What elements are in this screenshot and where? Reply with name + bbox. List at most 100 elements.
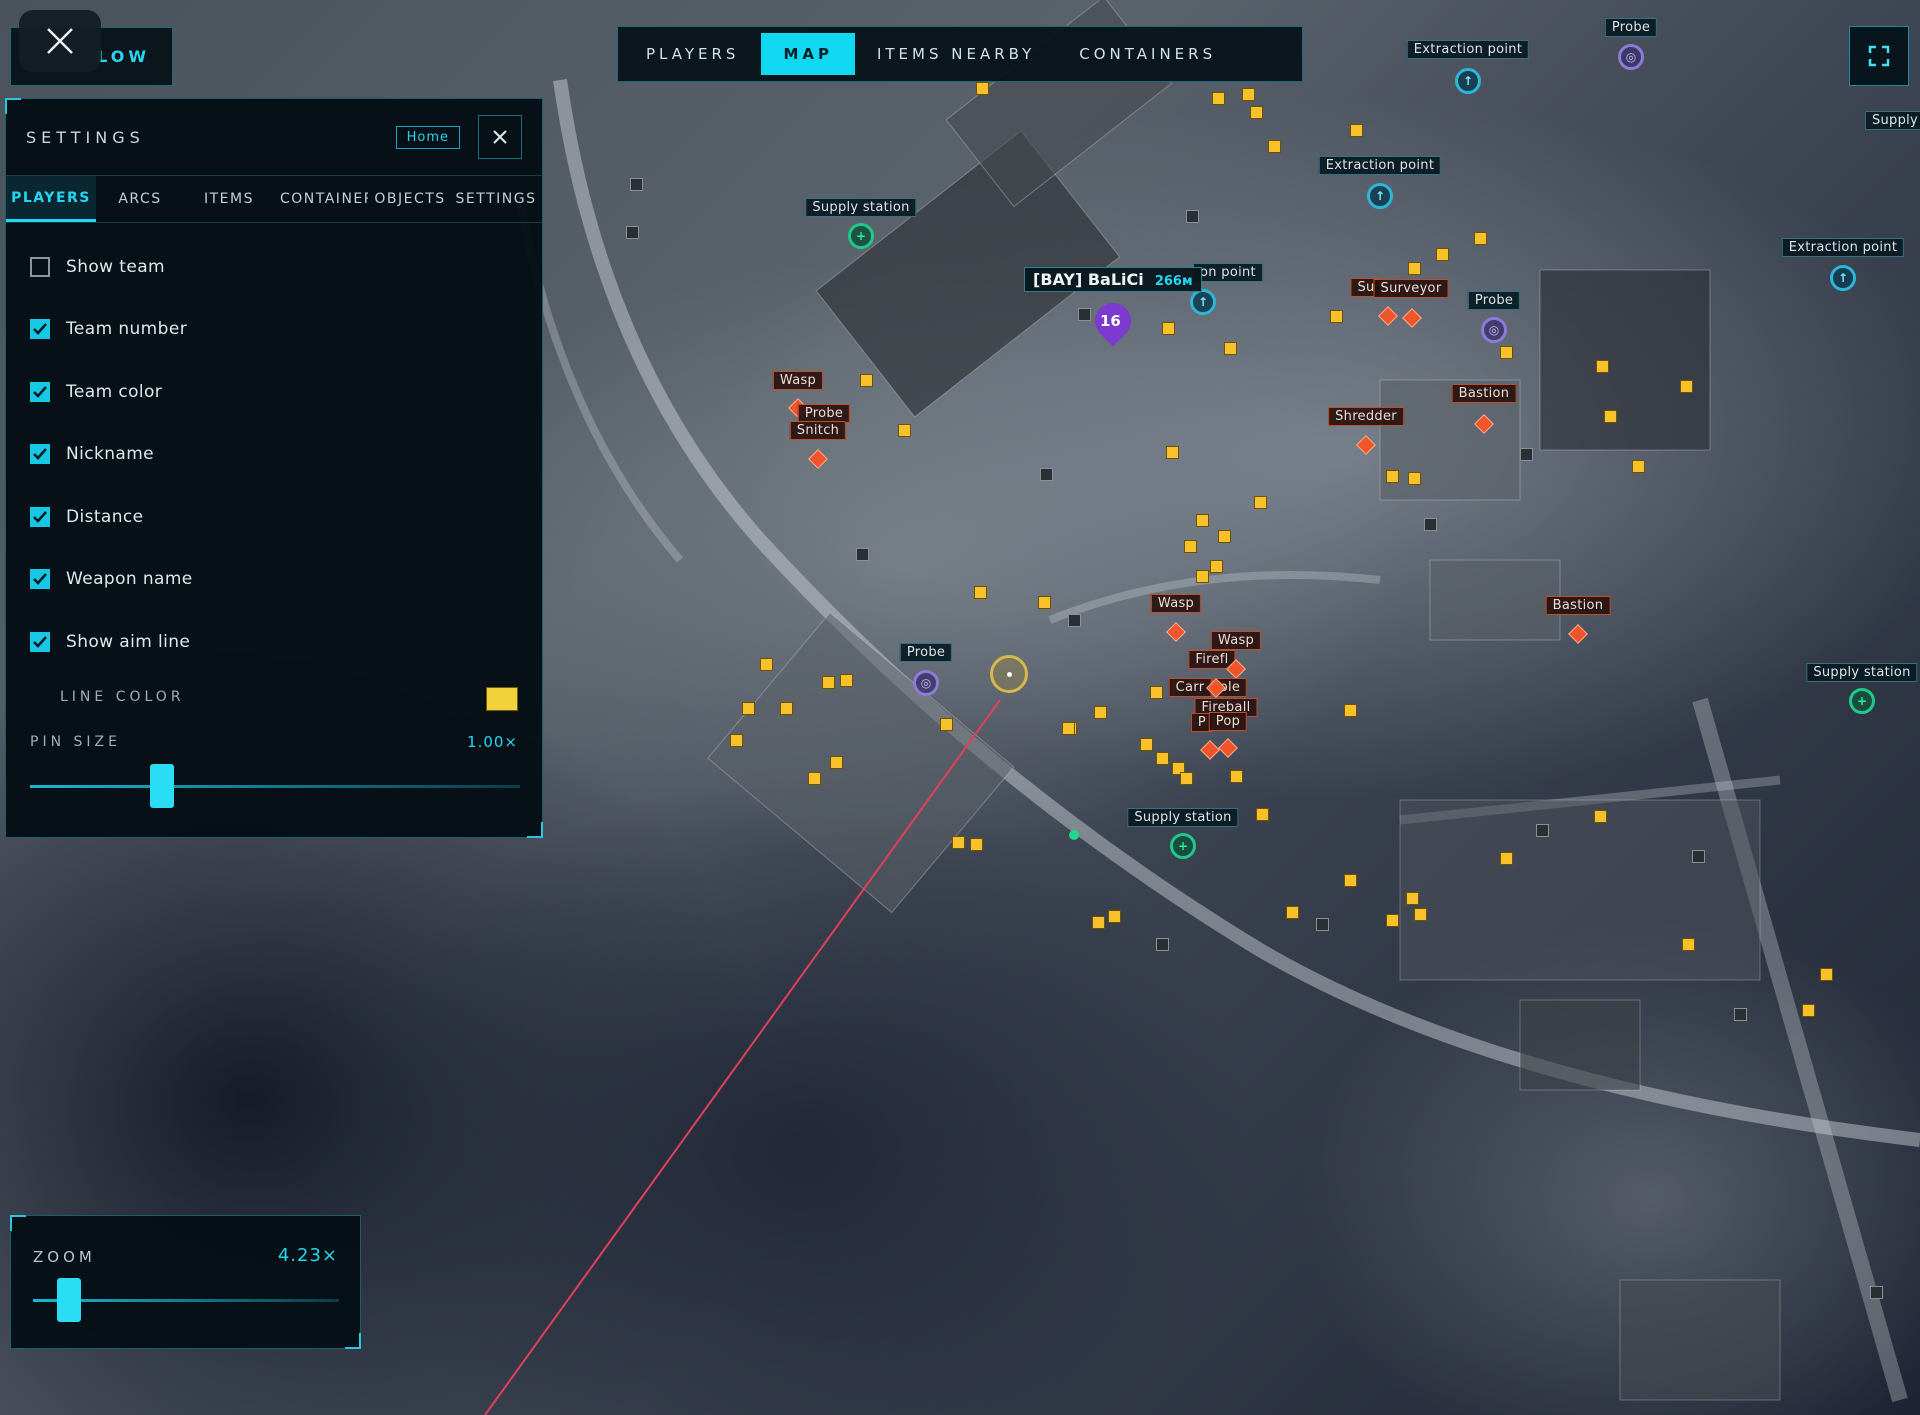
item-marker[interactable] xyxy=(1094,706,1107,719)
container-marker[interactable] xyxy=(1156,938,1169,951)
tab-map[interactable]: MAP xyxy=(761,33,855,75)
item-marker[interactable] xyxy=(1436,248,1449,261)
item-marker[interactable] xyxy=(898,424,911,437)
item-marker[interactable] xyxy=(1230,770,1243,783)
item-marker[interactable] xyxy=(1386,914,1399,927)
option-show-team[interactable]: Show team xyxy=(30,257,165,277)
item-marker[interactable] xyxy=(1802,1004,1815,1017)
item-marker[interactable] xyxy=(1210,560,1223,573)
item-marker[interactable] xyxy=(1594,810,1607,823)
zoom-slider-thumb[interactable] xyxy=(57,1278,82,1322)
item-marker[interactable] xyxy=(1212,92,1225,105)
supply-station-icon[interactable]: + xyxy=(1170,833,1196,859)
extraction-point-icon[interactable]: ↑ xyxy=(1367,183,1393,209)
item-marker[interactable] xyxy=(1350,124,1363,137)
item-marker[interactable] xyxy=(1386,470,1399,483)
item-marker[interactable] xyxy=(1500,346,1513,359)
item-marker[interactable] xyxy=(730,734,743,747)
item-marker[interactable] xyxy=(1286,906,1299,919)
item-marker[interactable] xyxy=(1604,410,1617,423)
item-marker[interactable] xyxy=(1682,938,1695,951)
settings-tab-items[interactable]: ITEMS xyxy=(184,176,274,222)
option-weapon-name[interactable]: Weapon name xyxy=(30,569,193,589)
settings-tab-containers[interactable]: CONTAINERS xyxy=(274,176,368,222)
fullscreen-button[interactable] xyxy=(1849,26,1909,86)
item-marker[interactable] xyxy=(1254,496,1267,509)
probe-icon[interactable]: ◎ xyxy=(1618,44,1644,70)
settings-tab-settings[interactable]: SETTINGS xyxy=(452,176,540,222)
checkbox[interactable] xyxy=(30,382,50,402)
container-marker[interactable] xyxy=(630,178,643,191)
item-marker[interactable] xyxy=(1344,874,1357,887)
extraction-point-icon[interactable]: ↑ xyxy=(1830,265,1856,291)
item-marker[interactable] xyxy=(1408,262,1421,275)
checkbox[interactable] xyxy=(30,569,50,589)
item-marker[interactable] xyxy=(1092,916,1105,929)
container-marker[interactable] xyxy=(1078,308,1091,321)
close-overlay-button[interactable] xyxy=(19,10,101,72)
tab-containers[interactable]: CONTAINERS xyxy=(1057,33,1238,75)
item-marker[interactable] xyxy=(1474,232,1487,245)
checkbox[interactable] xyxy=(30,507,50,527)
item-marker[interactable] xyxy=(1150,686,1163,699)
item-marker[interactable] xyxy=(1680,380,1693,393)
settings-tab-arcs[interactable]: ARCS xyxy=(96,176,184,222)
item-marker[interactable] xyxy=(1596,360,1609,373)
probe-icon[interactable]: ◎ xyxy=(1481,317,1507,343)
pin-size-slider-track[interactable] xyxy=(30,785,520,788)
settings-tab-players[interactable]: PLAYERS xyxy=(6,176,96,222)
item-marker[interactable] xyxy=(1180,772,1193,785)
item-marker[interactable] xyxy=(1196,514,1209,527)
item-marker[interactable] xyxy=(1062,722,1075,735)
option-show-aim-line[interactable]: Show aim line xyxy=(30,632,190,652)
item-marker[interactable] xyxy=(1408,472,1421,485)
item-marker[interactable] xyxy=(940,718,953,731)
item-marker[interactable] xyxy=(1038,596,1051,609)
supply-station-icon[interactable]: + xyxy=(848,223,874,249)
item-marker[interactable] xyxy=(1250,106,1263,119)
extraction-point-icon[interactable]: ↑ xyxy=(1455,68,1481,94)
checkbox[interactable] xyxy=(30,632,50,652)
option-nickname[interactable]: Nickname xyxy=(30,444,154,464)
item-marker[interactable] xyxy=(830,756,843,769)
option-team-number[interactable]: Team number xyxy=(30,319,187,339)
extraction-point-icon[interactable]: ↑ xyxy=(1190,289,1216,315)
supply-station-icon[interactable]: + xyxy=(1849,688,1875,714)
item-marker[interactable] xyxy=(822,676,835,689)
item-marker[interactable] xyxy=(1500,852,1513,865)
item-marker[interactable] xyxy=(860,374,873,387)
pin-size-slider-thumb[interactable] xyxy=(150,764,175,808)
self-player-pin[interactable] xyxy=(990,655,1028,693)
item-marker[interactable] xyxy=(976,82,989,95)
container-marker[interactable] xyxy=(1536,824,1549,837)
item-marker[interactable] xyxy=(760,658,773,671)
settings-close-button[interactable] xyxy=(478,115,522,159)
container-marker[interactable] xyxy=(1316,918,1329,931)
item-marker[interactable] xyxy=(1414,908,1427,921)
item-marker[interactable] xyxy=(1166,446,1179,459)
settings-tab-objects[interactable]: OBJECTS xyxy=(368,176,452,222)
item-marker[interactable] xyxy=(1162,322,1175,335)
item-marker[interactable] xyxy=(780,702,793,715)
item-marker[interactable] xyxy=(1820,968,1833,981)
item-marker[interactable] xyxy=(1140,738,1153,751)
checkbox[interactable] xyxy=(30,319,50,339)
container-marker[interactable] xyxy=(1692,850,1705,863)
item-marker[interactable] xyxy=(970,838,983,851)
item-marker[interactable] xyxy=(1196,570,1209,583)
item-marker[interactable] xyxy=(840,674,853,687)
container-marker[interactable] xyxy=(1186,210,1199,223)
container-marker[interactable] xyxy=(856,548,869,561)
tab-items-nearby[interactable]: ITEMS NEARBY xyxy=(855,33,1057,75)
probe-icon[interactable]: ◎ xyxy=(913,670,939,696)
item-marker[interactable] xyxy=(1156,752,1169,765)
item-marker[interactable] xyxy=(1218,530,1231,543)
home-button[interactable]: Home xyxy=(395,125,460,149)
line-color-swatch[interactable] xyxy=(486,687,518,711)
checkbox[interactable] xyxy=(30,444,50,464)
player-tag[interactable]: [BAY] BaLiCi 266м xyxy=(1024,267,1202,292)
container-marker[interactable] xyxy=(1520,448,1533,461)
container-marker[interactable] xyxy=(626,226,639,239)
item-marker[interactable] xyxy=(808,772,821,785)
option-distance[interactable]: Distance xyxy=(30,507,144,527)
